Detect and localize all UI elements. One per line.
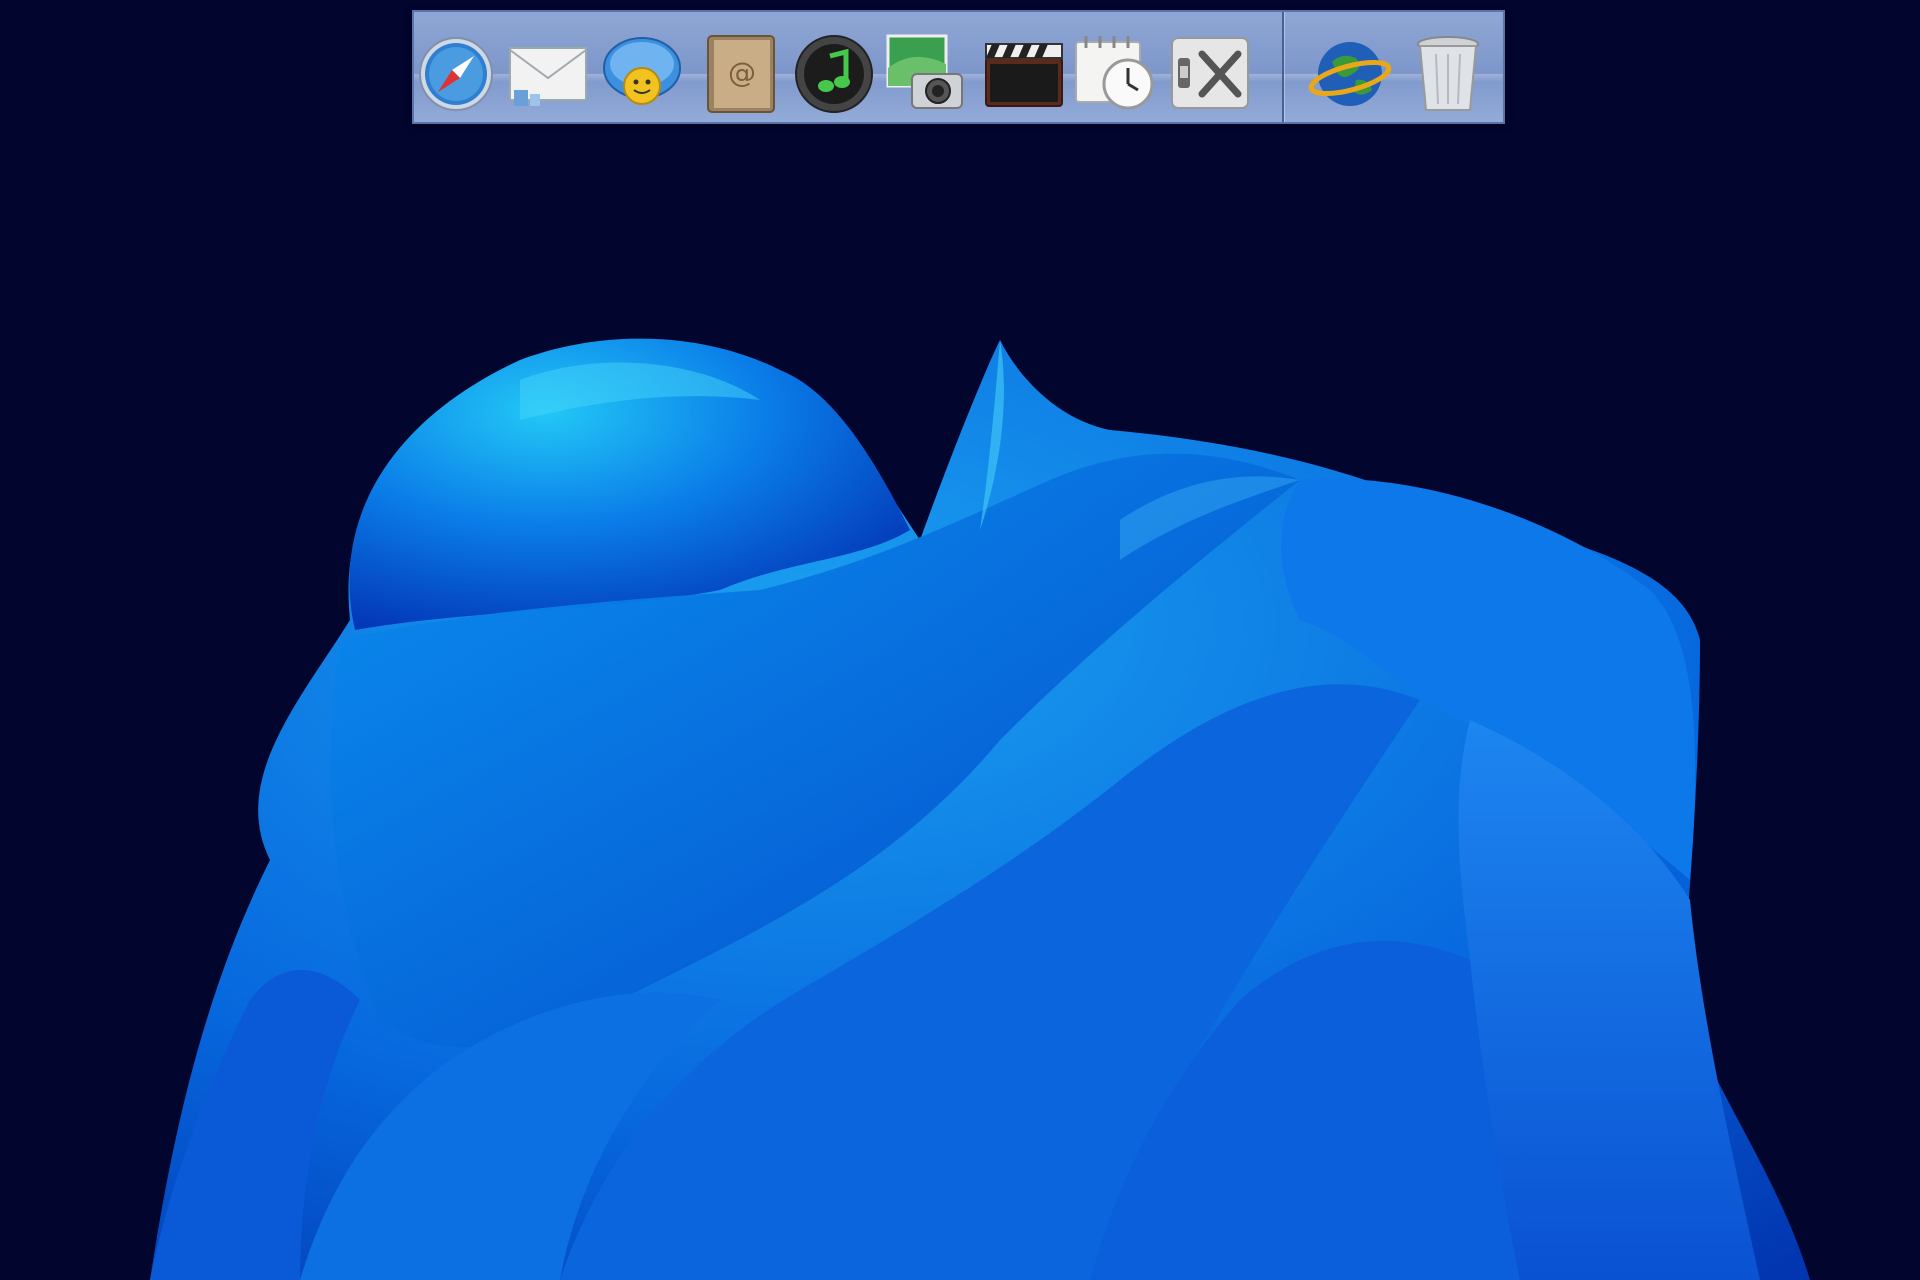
mail-envelope-icon[interactable] <box>506 28 590 116</box>
photo-camera-icon[interactable] <box>884 28 968 116</box>
dock: @ <box>412 10 1505 124</box>
music-note-icon[interactable] <box>792 28 876 116</box>
calendar-clock-icon[interactable] <box>1072 28 1156 116</box>
safari-compass-icon[interactable] <box>414 28 498 116</box>
svg-text:@: @ <box>728 56 756 89</box>
address-book-icon[interactable]: @ <box>698 28 782 116</box>
globe-network-icon[interactable] <box>1308 28 1392 116</box>
chat-bubble-icon[interactable] <box>600 28 684 116</box>
movie-clapper-icon[interactable] <box>982 28 1066 116</box>
dock-separator <box>1282 12 1284 122</box>
system-preferences-tools-icon[interactable] <box>1168 28 1252 116</box>
trash-can-icon[interactable] <box>1406 28 1490 116</box>
desktop-wallpaper <box>150 338 1810 1280</box>
